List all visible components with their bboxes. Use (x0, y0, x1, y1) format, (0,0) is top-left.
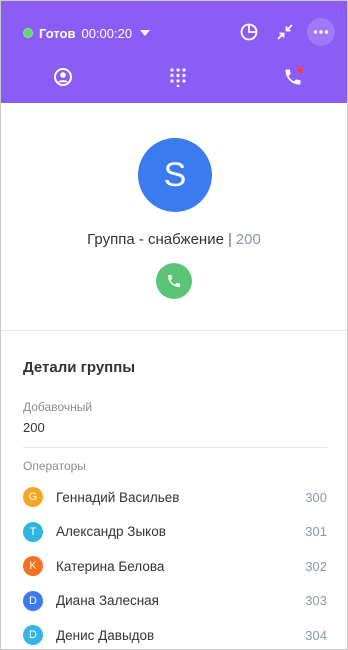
status-text: Готов (39, 25, 76, 41)
list-item[interactable]: T Александр Зыков 301 (23, 515, 327, 550)
call-button[interactable] (156, 263, 192, 299)
user-circle-icon (54, 68, 72, 86)
header: Готов 00:00:20 (1, 1, 347, 103)
operator-number: 301 (305, 524, 327, 540)
list-item[interactable]: K Катерина Белова 302 (23, 549, 327, 584)
pie-chart-icon[interactable] (235, 18, 263, 46)
status-dot-icon (23, 28, 33, 38)
extension-value: 200 (23, 420, 45, 435)
avatar: K (23, 556, 43, 577)
title-separator: | (227, 231, 232, 248)
operators-list: G Геннадий Васильев 300 T Александр Зыко… (23, 480, 327, 649)
contact-card: S Группа - снабжение | 200 (1, 103, 347, 331)
caret-down-icon (140, 30, 151, 36)
avatar: G (23, 487, 43, 508)
header-actions (235, 17, 335, 47)
tab-contacts[interactable] (49, 63, 77, 91)
notification-badge (297, 67, 303, 73)
list-item[interactable]: G Геннадий Васильев 300 (23, 480, 327, 515)
nav-tabs (1, 63, 347, 97)
contact-title: Группа - снабжение | 200 (1, 231, 347, 248)
avatar: D (23, 625, 43, 646)
phone-icon (168, 275, 180, 287)
status-timer: 00:00:20 (81, 25, 133, 41)
list-item[interactable]: D Денис Давыдов 304 (23, 618, 327, 649)
field-divider (23, 447, 327, 448)
operator-name: Денис Давыдов (56, 627, 155, 643)
avatar: S (138, 138, 212, 212)
dialpad-icon (170, 68, 186, 87)
extension-label: Добавочный (23, 400, 93, 414)
minimize-icon[interactable] (271, 18, 299, 46)
group-extension: 200 (235, 231, 261, 248)
operator-name: Катерина Белова (56, 558, 165, 574)
tab-calls[interactable] (279, 63, 307, 91)
group-details: Детали группы Добавочный 200 Операторы G… (23, 357, 327, 649)
operator-number: 300 (305, 489, 327, 505)
avatar: D (23, 590, 43, 611)
operator-number: 304 (305, 627, 327, 643)
section-divider (1, 330, 347, 331)
tab-dialpad[interactable] (164, 63, 192, 91)
operator-name: Александр Зыков (56, 524, 166, 540)
group-name: Группа - снабжение (87, 231, 224, 248)
operator-number: 302 (305, 558, 327, 574)
more-icon[interactable] (307, 18, 335, 46)
operator-number: 303 (305, 593, 327, 609)
status-dropdown[interactable]: Готов 00:00:20 (23, 23, 151, 43)
list-item[interactable]: D Диана Залесная 303 (23, 584, 327, 619)
operator-name: Диана Залесная (56, 593, 159, 609)
section-title: Детали группы (23, 359, 136, 376)
operators-label: Операторы (23, 459, 86, 473)
avatar: T (23, 521, 43, 542)
operator-name: Геннадий Васильев (56, 489, 180, 505)
widget-frame: Готов 00:00:20 S Группа - снабжение | 20… (0, 0, 348, 650)
